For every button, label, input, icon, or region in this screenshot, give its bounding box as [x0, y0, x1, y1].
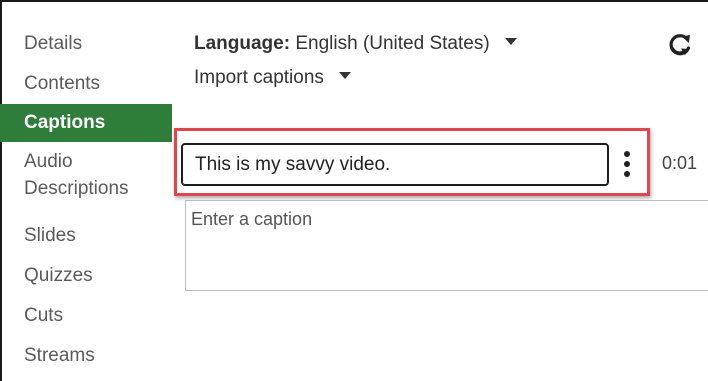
sidebar-item-cuts[interactable]: Cuts	[0, 296, 172, 336]
sidebar-item-contents[interactable]: Contents	[0, 64, 172, 104]
more-options-icon[interactable]	[616, 148, 638, 182]
caption-text-input[interactable]	[181, 143, 609, 186]
language-value: English (United States)	[295, 33, 490, 54]
caret-down-icon	[339, 72, 352, 80]
sidebar-nav: Details Contents Captions Audio Descript…	[0, 24, 172, 376]
refresh-icon[interactable]	[665, 30, 695, 60]
sidebar-item-streams[interactable]: Streams	[0, 336, 172, 376]
sidebar-item-captions[interactable]: Captions	[0, 104, 172, 142]
caret-down-icon	[504, 38, 517, 46]
sidebar-item-quizzes[interactable]: Quizzes	[0, 256, 172, 296]
new-caption-input[interactable]	[185, 200, 708, 291]
sidebar-item-audio-descriptions[interactable]: Audio Descriptions	[0, 142, 172, 216]
sidebar-item-slides[interactable]: Slides	[0, 216, 172, 256]
import-captions-label: Import captions	[194, 67, 324, 88]
import-captions-dropdown[interactable]: Import captions	[194, 67, 352, 89]
language-label: Language:	[194, 33, 291, 54]
caption-timestamp: 0:01	[662, 153, 698, 173]
sidebar-item-details[interactable]: Details	[0, 24, 172, 64]
language-dropdown[interactable]: Language: English (United States)	[194, 33, 517, 55]
